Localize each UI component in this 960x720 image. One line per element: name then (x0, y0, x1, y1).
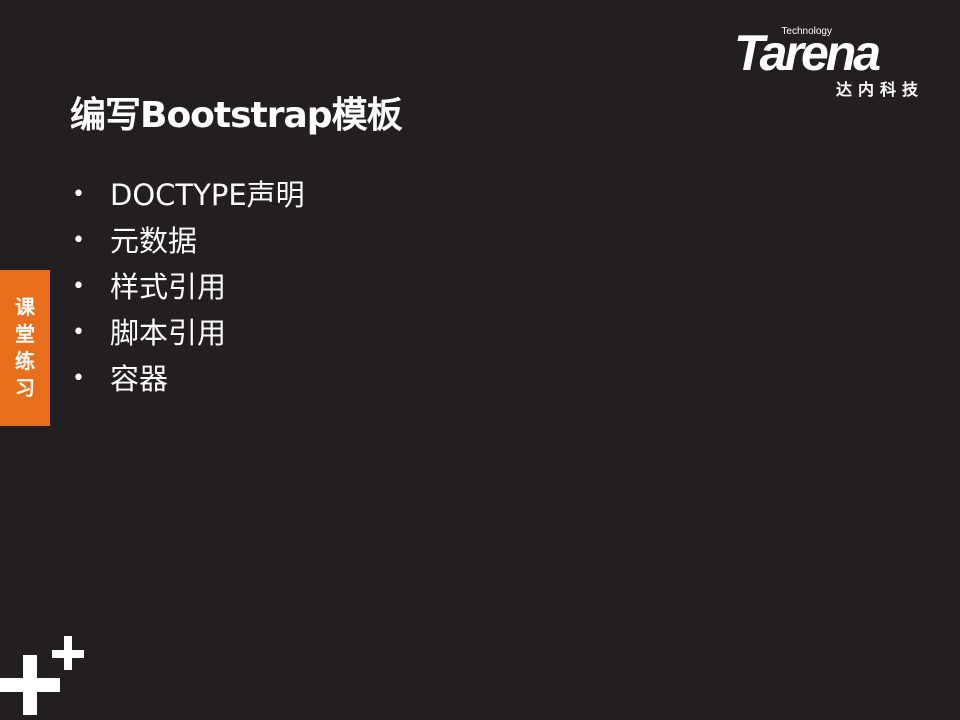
bullet-list: DOCTYPE声明 元数据 样式引用 脚本引用 容器 (72, 172, 305, 402)
tarena-logo: Technology Tarena 达内科技 (732, 25, 932, 99)
side-tab-char: 堂 (15, 322, 35, 346)
plus-plus-icon (0, 636, 84, 715)
bullet-item: 脚本引用 (72, 310, 305, 356)
bullet-item: 元数据 (72, 218, 305, 264)
side-tab-char: 课 (15, 295, 35, 319)
logo-wordmark: Tarena (734, 25, 881, 81)
bullet-item: DOCTYPE声明 (72, 172, 305, 218)
side-tab-char: 习 (15, 376, 35, 400)
bullet-item: 容器 (72, 356, 305, 402)
slide-title: 编写Bootstrap模板 (70, 95, 403, 136)
side-tab-char: 练 (15, 349, 35, 373)
logo-chinese-name: 达内科技 (835, 80, 924, 99)
bullet-item: 样式引用 (72, 264, 305, 310)
classroom-exercise-tab: 课 堂 练 习 (0, 270, 50, 426)
